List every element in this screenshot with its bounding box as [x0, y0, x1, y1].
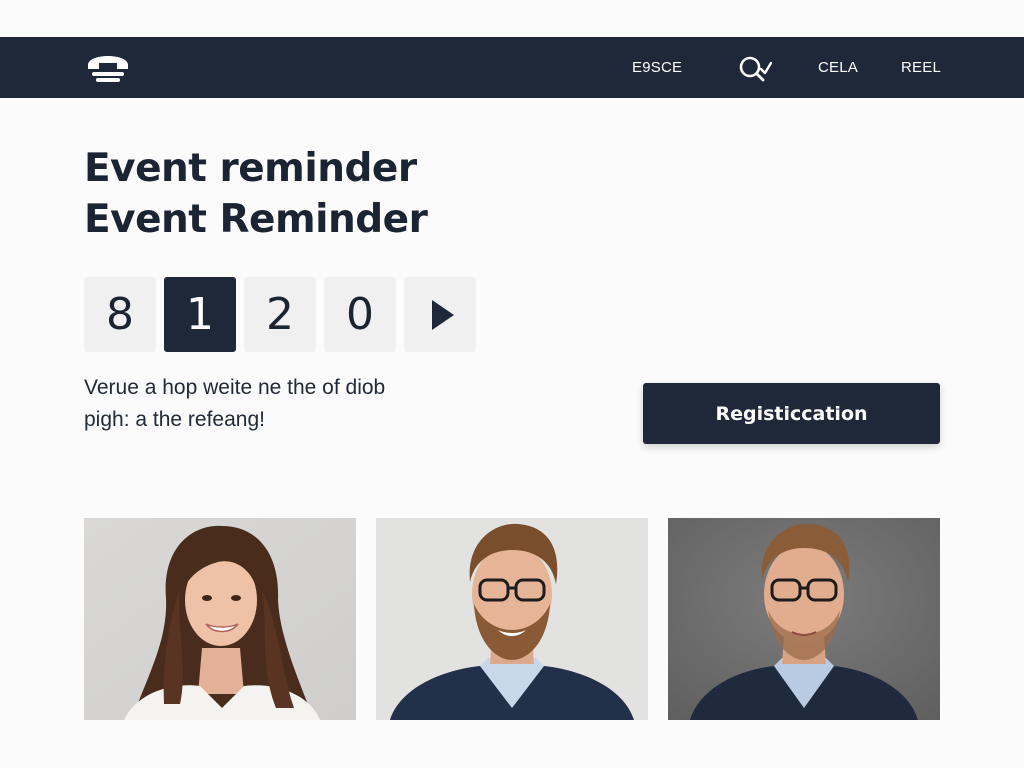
play-button[interactable]: [404, 277, 476, 352]
nav-link-e9sce[interactable]: E9SCE: [632, 37, 682, 98]
title-line-2: Event Reminder: [84, 197, 428, 242]
telephone-icon[interactable]: [84, 47, 132, 87]
top-nav-bar: E9SCE CELA REEL: [0, 37, 1024, 98]
nav-link-reel[interactable]: REEL: [901, 37, 941, 98]
nav-link-cela[interactable]: CELA: [818, 37, 858, 98]
countdown-timer: 8 1 2 0: [84, 277, 476, 352]
countdown-digit: 8: [84, 277, 156, 352]
page-title: Event reminder Event Reminder: [84, 143, 428, 245]
countdown-digit-active: 1: [164, 277, 236, 352]
event-description: Verue a hop weite ne the of diob pigh: a…: [84, 372, 504, 436]
play-icon: [432, 299, 454, 330]
search-icon[interactable]: [734, 37, 772, 98]
countdown-digit: 2: [244, 277, 316, 352]
register-button[interactable]: Registiccation: [643, 383, 940, 444]
description-line-1: Verue a hop weite ne the of diob: [84, 376, 386, 399]
countdown-digit: 0: [324, 277, 396, 352]
event-page: E9SCE CELA REEL Event reminder Event Rem…: [0, 0, 1024, 768]
speaker-photo-woman: [84, 518, 356, 720]
speaker-photo-man-glasses-dark-bg: [668, 518, 940, 720]
title-line-1: Event reminder: [84, 146, 417, 191]
speaker-photo-man-glasses: [376, 518, 648, 720]
description-line-2: pigh: a the refeang!: [84, 408, 265, 431]
